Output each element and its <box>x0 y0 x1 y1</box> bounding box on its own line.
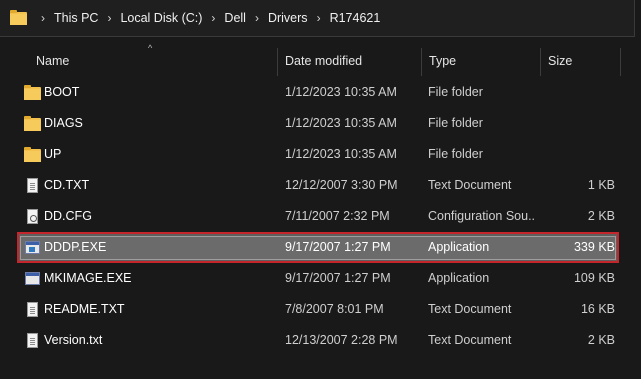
file-date: 1/12/2023 10:35 AM <box>285 116 397 130</box>
file-row[interactable]: UP 1/12/2023 10:35 AM File folder <box>0 139 641 170</box>
file-size: 2 KB <box>587 333 615 347</box>
file-type: File folder <box>428 147 483 161</box>
file-name: CD.TXT <box>44 178 90 192</box>
file-row[interactable]: CD.TXT 12/12/2007 3:30 PM Text Document … <box>0 170 641 201</box>
file-date: 9/17/2007 1:27 PM <box>285 271 391 285</box>
file-list: BOOT 1/12/2023 10:35 AM File folder DIAG… <box>0 77 641 356</box>
breadcrumb-this-pc[interactable]: This PC <box>54 11 98 25</box>
text-file-icon <box>24 302 40 318</box>
column-header-name[interactable]: Name <box>36 44 69 77</box>
file-row[interactable]: MKIMAGE.EXE 9/17/2007 1:27 PM Applicatio… <box>0 263 641 294</box>
column-header-type[interactable]: Type <box>429 44 456 77</box>
file-type: Text Document <box>428 333 512 347</box>
file-row[interactable]: README.TXT 7/8/2007 8:01 PM Text Documen… <box>0 294 641 325</box>
file-size: 2 KB <box>587 209 615 223</box>
file-type: Text Document <box>428 302 512 316</box>
file-size: 109 KB <box>573 271 615 285</box>
chevron-right-icon[interactable]: › <box>98 11 120 25</box>
breadcrumb-r174621[interactable]: R174621 <box>330 11 381 25</box>
file-date: 9/17/2007 1:27 PM <box>285 240 391 254</box>
file-date: 12/13/2007 2:28 PM <box>285 333 398 347</box>
column-divider[interactable] <box>620 48 621 76</box>
column-divider[interactable] <box>421 48 422 76</box>
config-file-icon <box>24 209 40 225</box>
file-row[interactable]: Version.txt 12/13/2007 2:28 PM Text Docu… <box>0 325 641 356</box>
file-row-selected[interactable]: DDDP.EXE 9/17/2007 1:27 PM Application 3… <box>0 232 641 263</box>
file-name: DDDP.EXE <box>44 240 107 254</box>
file-row[interactable]: DIAGS 1/12/2023 10:35 AM File folder <box>0 108 641 139</box>
text-file-icon <box>24 178 40 194</box>
application-icon <box>24 271 40 287</box>
column-divider[interactable] <box>540 48 541 76</box>
file-date: 7/11/2007 2:32 PM <box>285 209 390 223</box>
file-type: File folder <box>428 116 483 130</box>
column-header-date[interactable]: Date modified <box>285 44 362 77</box>
chevron-right-icon[interactable]: › <box>308 11 330 25</box>
file-name: Version.txt <box>44 333 103 347</box>
folder-icon <box>24 116 41 132</box>
file-type: Text Document <box>428 178 512 192</box>
file-type: Application <box>428 271 490 285</box>
address-bar[interactable]: › This PC › Local Disk (C:) › Dell › Dri… <box>0 0 635 37</box>
file-size: 16 KB <box>580 302 615 316</box>
file-name: MKIMAGE.EXE <box>44 271 132 285</box>
column-header-size[interactable]: Size <box>548 44 572 77</box>
file-name: BOOT <box>44 85 80 99</box>
column-divider[interactable] <box>277 48 278 76</box>
folder-icon <box>24 147 41 163</box>
file-size: 339 KB <box>573 240 615 254</box>
chevron-right-icon[interactable]: › <box>32 11 54 25</box>
file-date: 12/12/2007 3:30 PM <box>285 178 398 192</box>
file-row[interactable]: BOOT 1/12/2023 10:35 AM File folder <box>0 77 641 108</box>
chevron-right-icon[interactable]: › <box>202 11 224 25</box>
file-type: File folder <box>428 85 483 99</box>
application-icon <box>24 240 40 256</box>
file-size: 1 KB <box>587 178 615 192</box>
file-date: 1/12/2023 10:35 AM <box>285 147 397 161</box>
breadcrumb-local-disk[interactable]: Local Disk (C:) <box>120 11 202 25</box>
file-row[interactable]: DD.CFG 7/11/2007 2:32 PM Configuration S… <box>0 201 641 232</box>
file-date: 7/8/2007 8:01 PM <box>285 302 384 316</box>
folder-icon <box>24 85 41 101</box>
file-date: 1/12/2023 10:35 AM <box>285 85 397 99</box>
chevron-right-icon[interactable]: › <box>246 11 268 25</box>
sort-ascending-icon: ^ <box>148 43 153 53</box>
file-name: UP <box>44 147 62 161</box>
column-header-row: ^ Name Date modified Type Size <box>0 43 641 77</box>
folder-icon <box>10 10 28 25</box>
text-file-icon <box>24 333 40 349</box>
file-name: README.TXT <box>44 302 125 316</box>
file-type: Configuration Sou... <box>428 209 536 223</box>
breadcrumb-dell[interactable]: Dell <box>224 11 246 25</box>
file-name: DD.CFG <box>44 209 92 223</box>
breadcrumb-drivers[interactable]: Drivers <box>268 11 308 25</box>
breadcrumb: › This PC › Local Disk (C:) › Dell › Dri… <box>32 11 380 25</box>
file-type: Application <box>428 240 490 254</box>
file-name: DIAGS <box>44 116 83 130</box>
